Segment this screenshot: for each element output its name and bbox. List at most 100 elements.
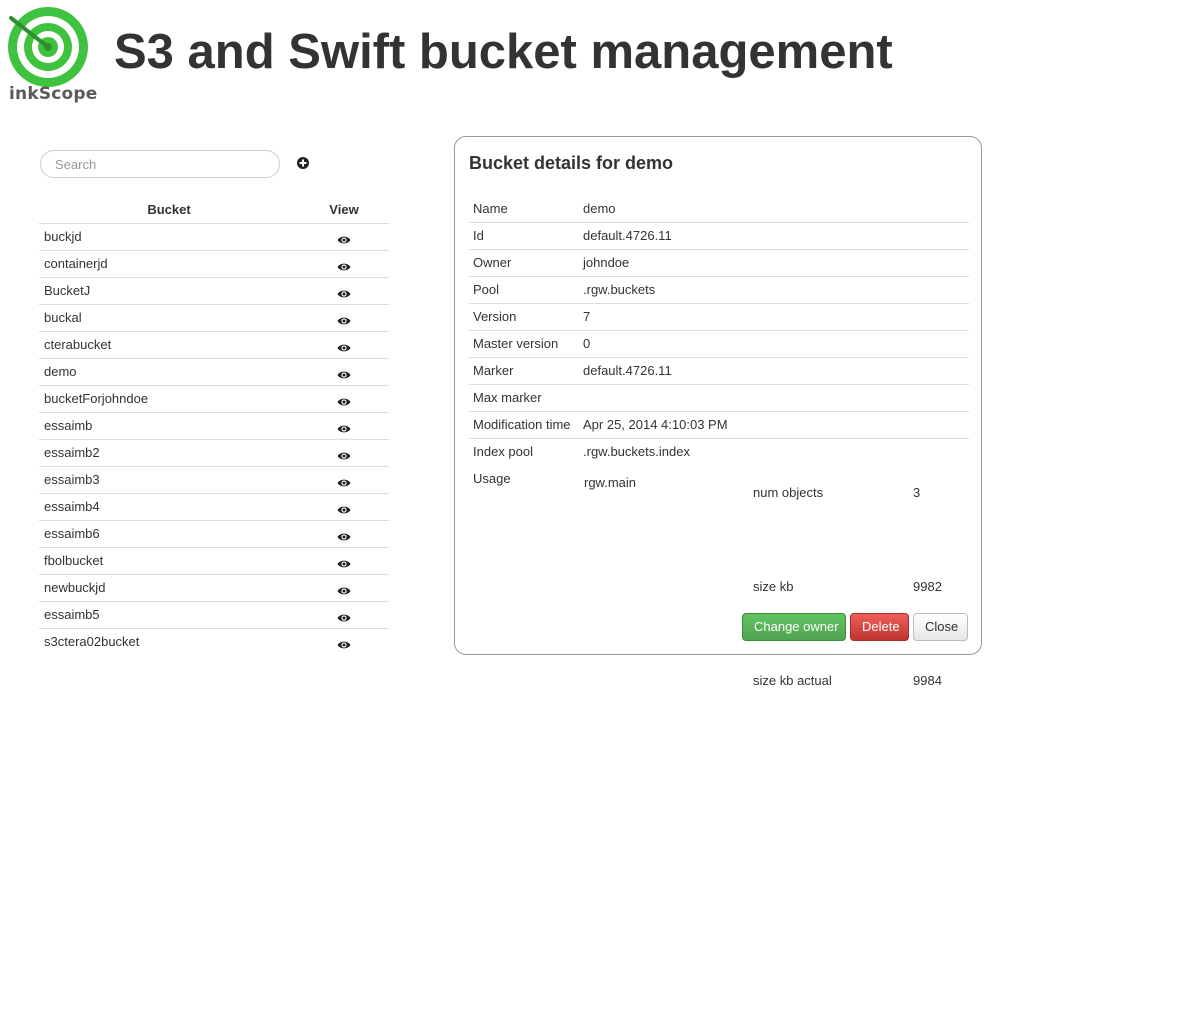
detail-label: Version	[469, 302, 579, 330]
view-bucket-button[interactable]	[337, 530, 351, 540]
eye-icon	[337, 233, 351, 248]
view-cell	[299, 277, 389, 305]
eye-icon	[337, 422, 351, 437]
view-cell	[299, 223, 389, 251]
eye-icon	[337, 260, 351, 275]
view-cell	[299, 547, 389, 575]
bucket-name: bucketForjohndoe	[39, 385, 299, 413]
bucket-row: essaimb2	[39, 439, 389, 467]
bucket-name: essaimb4	[39, 493, 299, 521]
detail-label: Modification time	[469, 410, 579, 438]
view-bucket-button[interactable]	[337, 341, 351, 351]
target-logo-icon	[8, 7, 88, 87]
detail-label: Master version	[469, 329, 579, 357]
delete-button[interactable]: Delete	[850, 613, 909, 641]
bucket-name: containerjd	[39, 250, 299, 278]
detail-label: Pool	[469, 275, 579, 303]
eye-icon	[337, 476, 351, 491]
bucket-name: buckjd	[39, 223, 299, 251]
view-bucket-button[interactable]	[337, 449, 351, 459]
view-bucket-button[interactable]	[337, 557, 351, 567]
view-cell	[299, 493, 389, 521]
bucket-row: essaimb6	[39, 520, 389, 548]
view-bucket-button[interactable]	[337, 611, 351, 621]
search-input[interactable]	[40, 150, 280, 178]
bucket-name: essaimb5	[39, 601, 299, 629]
view-cell	[299, 385, 389, 413]
detail-label: Name	[473, 200, 508, 216]
bucket-row: essaimb4	[39, 493, 389, 521]
view-bucket-button[interactable]	[337, 368, 351, 378]
detail-value	[579, 383, 969, 411]
usage-pool-name: rgw.main	[584, 475, 637, 490]
bucket-name: BucketJ	[39, 277, 299, 305]
detail-row: Pool .rgw.buckets	[469, 275, 969, 303]
eye-icon	[337, 557, 351, 572]
view-bucket-button[interactable]	[337, 314, 351, 324]
bucket-name: essaimb2	[39, 439, 299, 467]
detail-label: Id	[469, 221, 579, 249]
view-cell	[299, 466, 389, 494]
change-owner-button[interactable]: Change owner	[742, 613, 846, 641]
logo-text: inkScope	[9, 84, 98, 104]
add-bucket-button[interactable]	[296, 156, 310, 170]
bucket-name: essaimb6	[39, 520, 299, 548]
view-bucket-button[interactable]	[337, 422, 351, 432]
detail-value: demo	[583, 200, 616, 216]
detail-row: Index pool .rgw.buckets.index	[469, 437, 969, 465]
bucket-details-panel: Bucket details for demo Name demo Id defaul…	[454, 136, 982, 688]
close-button[interactable]: Close	[913, 613, 968, 641]
view-cell	[299, 331, 389, 359]
bucket-name: essaimb	[39, 412, 299, 440]
detail-label: Marker	[469, 356, 579, 384]
bucket-row: essaimb3	[39, 466, 389, 494]
view-cell	[299, 412, 389, 440]
eye-icon	[337, 395, 351, 410]
bucket-table-header: Bucket View	[39, 197, 389, 224]
view-bucket-button[interactable]	[337, 287, 351, 297]
bucket-name: s3ctera02bucket	[44, 634, 140, 650]
view-cell	[299, 520, 389, 548]
detail-value: default.4726.11	[579, 356, 969, 384]
detail-row: Name demo	[469, 195, 969, 222]
detail-value: 0	[579, 329, 969, 357]
details-table: Name demo Id default.4726.11 Owner johndoe Poo…	[469, 195, 969, 688]
usage-stat-row: size kb actual 9984	[749, 667, 946, 761]
detail-row: Marker default.4726.11	[469, 356, 969, 384]
eye-icon	[337, 638, 351, 653]
view-bucket-button[interactable]	[337, 260, 351, 270]
usage-stat-label: size kb actual	[753, 673, 832, 688]
view-bucket-button[interactable]	[337, 584, 351, 594]
plus-circle-icon	[297, 157, 309, 169]
view-bucket-button[interactable]	[337, 395, 351, 405]
bucket-name: demo	[39, 358, 299, 386]
bucket-column-header[interactable]: Bucket	[39, 197, 299, 224]
usage-stat-label: num objects	[753, 485, 824, 500]
detail-row: Version 7	[469, 302, 969, 330]
eye-icon	[337, 341, 351, 356]
view-bucket-button[interactable]	[337, 476, 351, 486]
detail-label: Max marker	[469, 383, 579, 411]
page-title: S3 and Swift bucket management	[114, 25, 893, 79]
usage-value: rgw.main num objects 3 size kb 9982 size kb …	[579, 465, 969, 688]
bucket-table: Bucket View buckjd containerjd BucketJ buck…	[39, 197, 389, 655]
view-cell	[299, 601, 389, 629]
bucket-row: essaimb5	[39, 601, 389, 629]
view-column-header: View	[299, 197, 389, 224]
view-bucket-button[interactable]	[337, 233, 351, 243]
eye-icon	[337, 503, 351, 518]
detail-value: default.4726.11	[579, 221, 969, 249]
view-cell	[299, 250, 389, 278]
bucket-row: bucketForjohndoe	[39, 385, 389, 413]
detail-value: .rgw.buckets.index	[579, 437, 969, 465]
bucket-row: newbuckjd	[39, 574, 389, 602]
bucket-name: buckal	[39, 304, 299, 332]
inkscope-logo: inkScope	[8, 4, 98, 108]
view-bucket-button[interactable]	[337, 638, 351, 649]
view-bucket-button[interactable]	[337, 503, 351, 513]
detail-row: Master version 0	[469, 329, 969, 357]
bucket-row: BucketJ	[39, 277, 389, 305]
usage-stat-value: 9984	[913, 673, 942, 688]
eye-icon	[337, 611, 351, 626]
view-cell	[299, 358, 389, 386]
